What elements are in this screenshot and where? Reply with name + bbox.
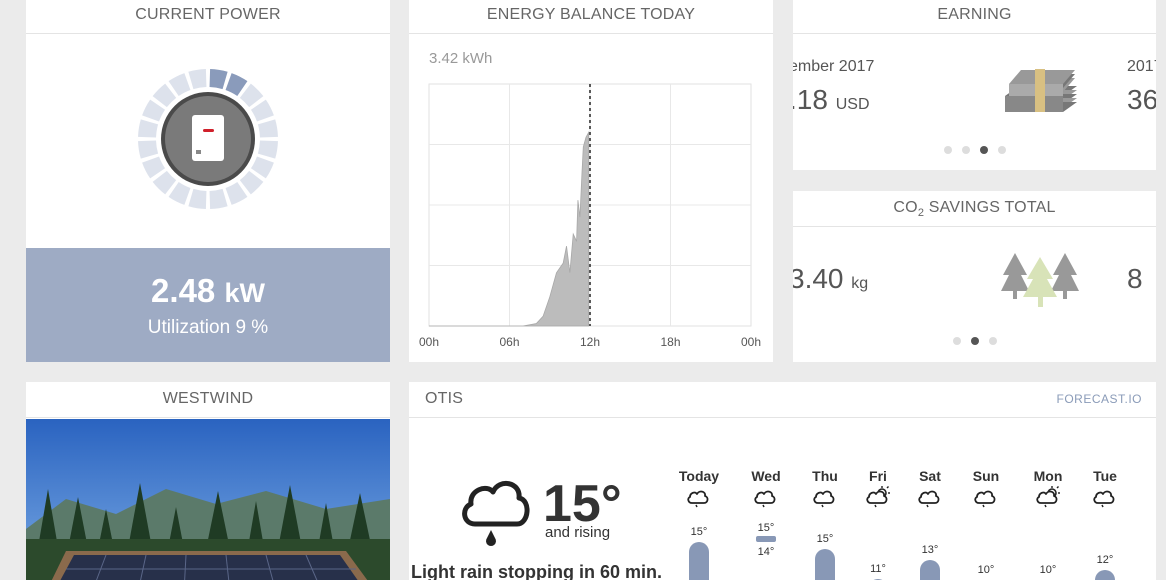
x-tick-label: 00h xyxy=(741,335,761,349)
carousel-dot[interactable] xyxy=(989,337,997,345)
forecast-high-temp: 10° xyxy=(977,564,995,576)
co2-savings-card[interactable]: CO2 SAVINGS TOTAL 3.40 kg 8 xyxy=(793,191,1156,362)
gauge-segment xyxy=(188,69,207,90)
current-power-title: CURRENT POWER xyxy=(26,0,390,34)
forecast-day-name: Sun xyxy=(972,468,1000,484)
gauge-segment xyxy=(239,83,264,108)
rain-cloud-icon xyxy=(462,481,530,546)
gauge-segment xyxy=(209,69,228,90)
forecast-day: Sat xyxy=(900,468,960,508)
forecast-high-temp: 11° xyxy=(870,562,886,575)
forecast-day-name: Tue xyxy=(1093,468,1117,484)
earning-card[interactable]: EARNING ember 2017 .18 USD 2017 36 xyxy=(793,0,1156,170)
power-gauge xyxy=(138,69,278,209)
utilization-text: Utilization 9 % xyxy=(147,317,269,338)
site-photo[interactable] xyxy=(26,419,390,580)
cloud-icon xyxy=(918,490,940,508)
co2-savings-title: CO2 SAVINGS TOTAL xyxy=(793,191,1156,227)
co2-carousel-dots[interactable] xyxy=(953,337,997,345)
forecast-high-temp: 10° xyxy=(1039,564,1057,576)
forecast-high-temp: 13° xyxy=(921,544,939,557)
energy-total: 3.42 kWh xyxy=(429,50,493,67)
forecast-high-temp: 15° xyxy=(757,522,775,534)
cloud-icon xyxy=(687,490,709,508)
x-tick-label: 06h xyxy=(499,335,519,349)
x-tick-label: 12h xyxy=(580,335,600,349)
co2-value: 3.40 kg xyxy=(793,263,869,294)
earning-title: EARNING xyxy=(793,0,1156,34)
gauge-segment xyxy=(257,119,278,138)
temperature-trend: and rising xyxy=(545,524,611,541)
temperature-bar xyxy=(815,548,835,580)
gauge-segment xyxy=(152,83,177,108)
forecast-high-temp: 15° xyxy=(816,532,834,545)
weather-location-title: OTIS FORECAST.IO xyxy=(409,382,1156,418)
earning-carousel-dots[interactable] xyxy=(944,146,1006,154)
earning-value-next: 36 xyxy=(1127,84,1156,115)
cloud-icon xyxy=(1093,490,1115,508)
gauge-segment xyxy=(138,119,159,138)
gauge-segment xyxy=(188,188,207,209)
forecast-day-name: Wed xyxy=(751,468,781,484)
current-power-value: 2.48 kW xyxy=(151,272,265,309)
westwind-card[interactable]: WESTWIND xyxy=(26,382,390,580)
forecast-day: Tue xyxy=(1075,468,1135,508)
forecast-day: Mon xyxy=(1018,468,1078,508)
co2-value-next: 8 xyxy=(1127,263,1143,294)
forecast-day-name: Today xyxy=(678,468,720,484)
x-tick-label: 18h xyxy=(660,335,680,349)
cloud-icon xyxy=(974,490,996,508)
power-summary-panel: 2.48 kW Utilization 9 % xyxy=(26,248,390,362)
energy-chart: 00h 06h 12h 18h 00h xyxy=(419,83,761,349)
energy-balance-card: ENERGY BALANCE TODAY 3.42 kWh 00h 06h 12h 1… xyxy=(409,0,773,362)
earning-period-next: 2017 xyxy=(1127,58,1156,75)
forecast-provider-link[interactable]: FORECAST.IO xyxy=(1056,382,1142,416)
gauge-segment xyxy=(239,170,264,195)
cloud-icon xyxy=(813,490,835,508)
carousel-dot-active[interactable] xyxy=(980,146,988,154)
forecast-day-name: Mon xyxy=(1033,468,1063,484)
gauge-segment xyxy=(257,140,278,159)
temperature-bar xyxy=(689,542,709,580)
temperature-bar xyxy=(1095,569,1115,580)
gauge-segment xyxy=(209,188,228,209)
earning-period: ember 2017 xyxy=(793,58,875,75)
carousel-dot[interactable] xyxy=(998,146,1006,154)
current-power-card: CURRENT POWER 2.48 kW Utilization 9 % xyxy=(26,0,390,362)
temperature-bar xyxy=(756,536,776,542)
forecast-day: Sun xyxy=(956,468,1016,508)
gauge-segment xyxy=(138,140,159,159)
carousel-dot[interactable] xyxy=(944,146,952,154)
forecast-day: Thu xyxy=(795,468,855,508)
forecast-day: Fri xyxy=(848,468,908,508)
money-stack-icon xyxy=(1005,69,1077,112)
earning-value: .18 USD xyxy=(793,84,870,115)
weather-summary: Light rain stopping in 60 min. xyxy=(411,562,662,580)
trees-icon xyxy=(1001,253,1079,307)
forecast-low-temp: 14° xyxy=(757,546,775,558)
sun-cloud-icon xyxy=(1036,486,1060,508)
cloud-icon xyxy=(754,490,776,508)
sun-cloud-icon xyxy=(866,486,890,508)
forecast-day: Wed xyxy=(736,468,796,508)
x-tick-label: 00h xyxy=(419,335,439,349)
carousel-dot[interactable] xyxy=(953,337,961,345)
carousel-dot-active[interactable] xyxy=(971,337,979,345)
inverter-icon xyxy=(192,115,224,161)
forecast-day-name: Sat xyxy=(919,468,941,484)
weather-card: OTIS FORECAST.IO 15° and rising Light rai… xyxy=(409,382,1156,580)
carousel-dot[interactable] xyxy=(962,146,970,154)
energy-area-series xyxy=(429,130,590,327)
gauge-segment xyxy=(152,170,177,195)
forecast-high-temp: 12° xyxy=(1096,553,1114,566)
forecast-day: Today xyxy=(669,468,729,508)
forecast-high-temp: 15° xyxy=(690,526,708,538)
forecast-day-name: Thu xyxy=(812,468,838,484)
temperature-bar xyxy=(920,560,940,580)
energy-balance-title: ENERGY BALANCE TODAY xyxy=(409,0,773,34)
forecast-day-name: Fri xyxy=(869,468,887,484)
westwind-title: WESTWIND xyxy=(26,382,390,418)
